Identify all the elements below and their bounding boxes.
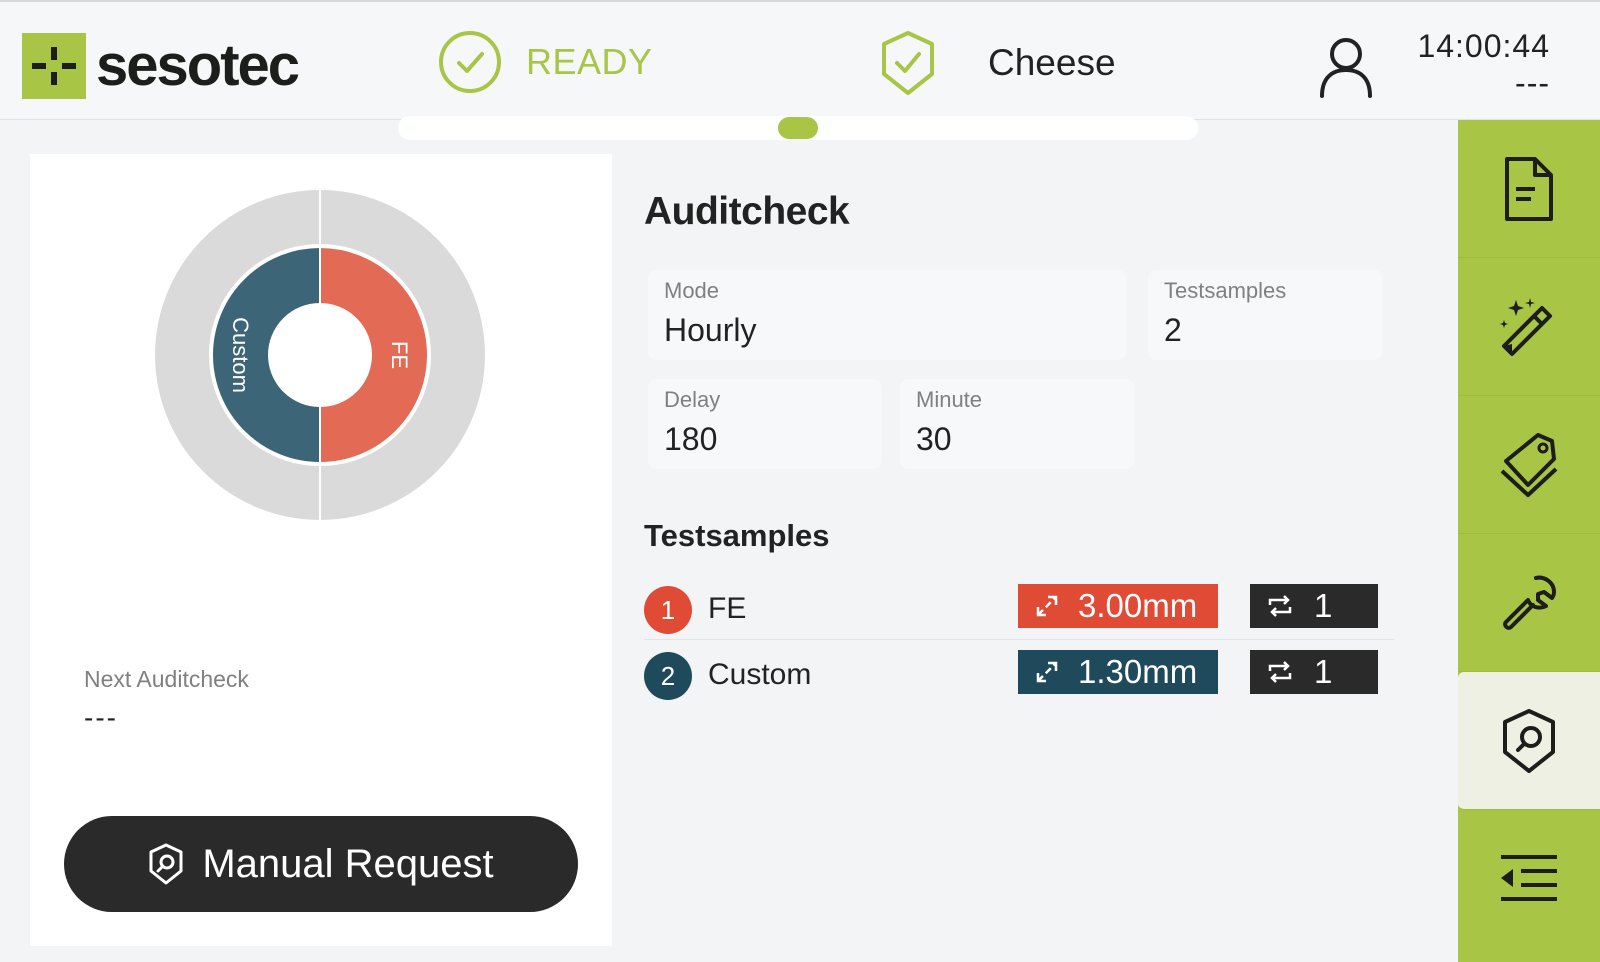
page-indicator-handle[interactable] xyxy=(778,117,818,139)
mode-field[interactable]: Mode Hourly xyxy=(648,270,1126,360)
sidebar-item-service[interactable] xyxy=(1458,534,1600,672)
wrench-icon xyxy=(1503,575,1556,630)
sidebar-item-wizard[interactable] xyxy=(1458,258,1600,396)
mode-value: Hourly xyxy=(664,312,757,348)
sample-size-badge: 1.30mm xyxy=(1018,650,1218,694)
delay-field[interactable]: Delay 180 xyxy=(648,379,882,469)
testsamples-heading: Testsamples xyxy=(644,518,830,553)
sample-repeat-badge: 1 xyxy=(1250,650,1378,694)
clock-time: 14:00:44 xyxy=(1417,28,1550,64)
sidebar-item-documents[interactable] xyxy=(1458,120,1600,258)
sidebar-item-collapse[interactable] xyxy=(1458,810,1600,948)
sample-name: FE xyxy=(708,592,747,625)
minute-value: 30 xyxy=(916,421,952,457)
sample-number-badge: 2 xyxy=(644,652,692,700)
menu-collapse-icon xyxy=(1501,855,1557,901)
testsamples-label: Testsamples xyxy=(1164,278,1287,303)
brand-name: sesotec xyxy=(96,33,300,98)
user-icon[interactable] xyxy=(1318,36,1374,103)
page-title: Auditcheck xyxy=(644,190,850,233)
mode-label: Mode xyxy=(664,278,720,303)
delay-value: 180 xyxy=(664,421,718,457)
audit-donut-chart: FE Custom xyxy=(153,187,487,523)
resize-arrows-icon xyxy=(1034,659,1060,685)
page-indicator[interactable] xyxy=(398,116,1198,140)
manual-request-label: Manual Request xyxy=(202,841,494,886)
document-icon xyxy=(1505,156,1553,221)
status-text: READY xyxy=(526,41,653,82)
sample-repeat-badge: 1 xyxy=(1250,584,1378,628)
machine-status: READY xyxy=(438,30,653,94)
brand-logo: sesotec xyxy=(22,32,300,100)
repeat-icon xyxy=(1266,593,1294,619)
sample-repeat-value: 1 xyxy=(1314,653,1333,690)
delay-label: Delay xyxy=(664,387,721,412)
logo-mark xyxy=(22,33,86,99)
sample-name: Custom xyxy=(708,658,812,691)
sidebar-nav xyxy=(1458,120,1600,962)
testsamples-field[interactable]: Testsamples 2 xyxy=(1148,270,1382,360)
audit-overview-card: FE Custom Next Auditcheck --- Manual Requ… xyxy=(30,154,612,946)
shield-search-icon xyxy=(148,843,184,885)
clock: 14:00:44 --- xyxy=(1417,28,1550,102)
testsample-row[interactable]: 2 Custom 1.30mm 1 xyxy=(644,642,1394,706)
shield-check-icon xyxy=(882,31,934,95)
donut-slice-label: FE xyxy=(387,341,412,369)
resize-arrows-icon xyxy=(1034,593,1060,619)
sample-size-value: 3.00mm xyxy=(1078,587,1198,624)
product-name: Cheese xyxy=(988,42,1116,83)
check-circle-icon xyxy=(439,31,501,93)
repeat-icon xyxy=(1266,659,1294,685)
sample-size-badge: 3.00mm xyxy=(1018,584,1218,628)
header-bar: sesotec READY Cheese 14:00:44 --- xyxy=(0,0,1600,140)
clock-subtime: --- xyxy=(1515,64,1550,101)
sample-size-value: 1.30mm xyxy=(1078,653,1198,690)
auditcheck-panel: Auditcheck Mode Hourly Testsamples 2 Del… xyxy=(644,154,1404,700)
testsamples-value: 2 xyxy=(1164,312,1182,348)
sidebar-item-products[interactable] xyxy=(1458,396,1600,534)
manual-request-button[interactable]: Manual Request xyxy=(64,816,578,912)
sidebar-item-auditcheck[interactable] xyxy=(1458,672,1600,810)
sample-number-badge: 1 xyxy=(644,586,692,634)
product-selector[interactable]: Cheese xyxy=(880,30,1116,96)
next-auditcheck-label: Next Auditcheck xyxy=(84,666,249,692)
testsample-row[interactable]: 1 FE 3.00mm 1 xyxy=(644,576,1394,640)
magic-wand-icon xyxy=(1500,297,1552,356)
sample-repeat-value: 1 xyxy=(1314,587,1333,624)
donut-slice-label: Custom xyxy=(228,317,253,393)
tags-icon xyxy=(1500,432,1558,497)
minute-field[interactable]: Minute 30 xyxy=(900,379,1134,469)
minute-label: Minute xyxy=(916,387,983,412)
shield-search-icon xyxy=(1503,708,1555,773)
next-auditcheck-value: --- xyxy=(84,702,118,733)
